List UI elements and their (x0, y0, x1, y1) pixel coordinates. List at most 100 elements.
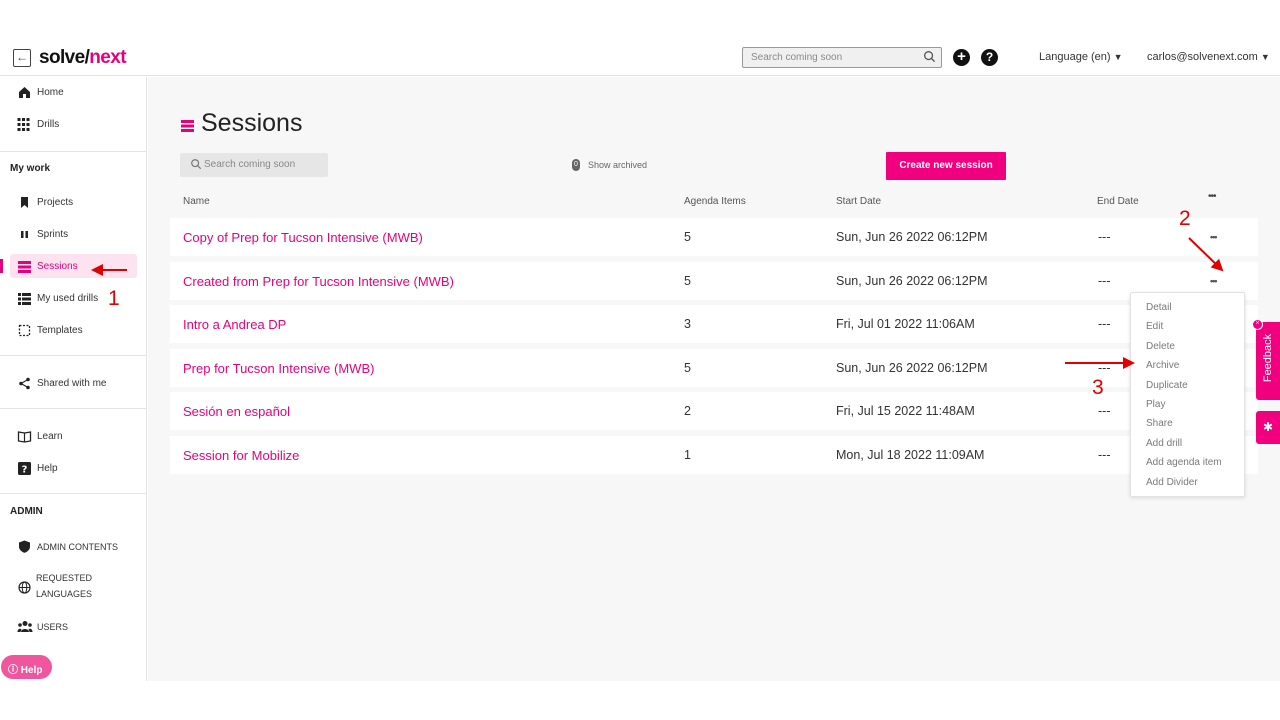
pause-icon (21, 231, 28, 238)
add-icon[interactable]: + (953, 49, 970, 66)
agenda-items-count: 2 (684, 404, 691, 418)
bug-report-icon[interactable]: ✱ (1256, 411, 1280, 444)
help-circle-icon: ⓘ (8, 665, 18, 676)
start-date: Fri, Jul 01 2022 11:06AM (836, 317, 975, 331)
menu-item-play[interactable]: Play (1146, 399, 1165, 410)
share-icon (19, 377, 30, 390)
feedback-tab[interactable]: Feedback (1256, 322, 1280, 400)
help-icon[interactable]: ? (981, 49, 998, 66)
show-archived-toggle[interactable]: 0 (572, 159, 580, 171)
menu-item-add-divider[interactable]: Add Divider (1146, 477, 1198, 488)
sidebar-item-sessions[interactable]: Sessions (10, 254, 137, 278)
agenda-items-count: 5 (684, 274, 691, 288)
annotation-step-2: 2 (1179, 207, 1191, 230)
feedback-label: Feedback (1262, 333, 1274, 383)
start-date: Sun, Jun 26 2022 06:12PM (836, 230, 988, 244)
sidebar-item-users[interactable]: USERS (0, 614, 146, 638)
collapse-sidebar-icon[interactable]: ← (13, 49, 31, 67)
home-icon (19, 87, 30, 98)
annotation-step-3: 3 (1092, 376, 1104, 399)
book-icon (17, 431, 32, 443)
search-icon[interactable] (923, 50, 936, 63)
sidebar-item-requested-languages[interactable]: REQUESTED LANGUAGES (0, 570, 146, 604)
menu-item-add-agenda-item[interactable]: Add agenda item (1146, 457, 1222, 468)
sessions-title-icon (181, 120, 194, 132)
row-actions-icon[interactable]: ••• (1210, 276, 1218, 286)
main-content: Sessions Search coming soon 0 Show archi… (148, 77, 1280, 681)
page-title: Sessions (201, 109, 303, 137)
menu-item-share[interactable]: Share (1146, 418, 1173, 429)
start-date: Sun, Jun 26 2022 06:12PM (836, 274, 988, 288)
logo[interactable]: solve/next (39, 47, 127, 69)
list-icon (18, 293, 31, 305)
end-date: --- (1098, 317, 1111, 331)
create-new-session-button[interactable]: Create new session (886, 152, 1006, 180)
session-name-link[interactable]: Sesión en español (183, 404, 290, 419)
globe-icon (18, 581, 31, 594)
end-date: --- (1098, 361, 1111, 375)
top-bar: ← solve/next Search coming soon + ? Lang… (0, 40, 1280, 76)
sidebar-item-home[interactable]: Home (0, 80, 146, 104)
section-my-work: My work (10, 163, 51, 174)
divider (0, 408, 146, 409)
column-header-start-date[interactable]: Start Date (836, 196, 881, 207)
help-pill-button[interactable]: ⓘ Help (1, 655, 52, 679)
column-header-name[interactable]: Name (183, 196, 210, 207)
menu-item-archive[interactable]: Archive (1146, 360, 1179, 371)
more-options-icon[interactable]: ••• (1208, 191, 1216, 202)
start-date: Mon, Jul 18 2022 11:09AM (836, 448, 985, 462)
user-menu[interactable]: carlos@solvenext.com ▼ (1147, 51, 1270, 63)
menu-item-add-drill[interactable]: Add drill (1146, 438, 1182, 449)
sidebar: Home Drills My work Projects Sprints Ses… (0, 77, 147, 681)
sidebar-item-templates[interactable]: Templates (0, 318, 146, 342)
sidebar-item-admin-contents[interactable]: ADMIN CONTENTS (0, 534, 146, 558)
table-row[interactable]: Session for Mobilize 1 Mon, Jul 18 2022 … (170, 436, 1258, 474)
shield-icon (19, 540, 30, 553)
menu-item-duplicate[interactable]: Duplicate (1146, 380, 1188, 391)
sidebar-item-shared[interactable]: Shared with me (0, 371, 146, 395)
session-name-link[interactable]: Intro a Andrea DP (183, 317, 286, 332)
table-row[interactable]: Copy of Prep for Tucson Intensive (MWB) … (170, 218, 1258, 256)
session-name-link[interactable]: Session for Mobilize (183, 448, 299, 463)
divider (0, 355, 146, 356)
section-admin: ADMIN (10, 506, 43, 517)
search-icon (191, 159, 202, 170)
sidebar-item-learn[interactable]: Learn (0, 424, 146, 448)
column-header-agenda-items[interactable]: Agenda Items (684, 196, 746, 207)
menu-item-detail[interactable]: Detail (1146, 302, 1172, 313)
agenda-items-count: 5 (684, 361, 691, 375)
row-actions-menu: Detail Edit Delete Archive Duplicate Pla… (1130, 292, 1245, 497)
session-name-link[interactable]: Prep for Tucson Intensive (MWB) (183, 361, 374, 376)
list-icon (18, 261, 31, 273)
annotation-step-1: 1 (108, 287, 120, 310)
row-actions-icon[interactable]: ••• (1210, 232, 1218, 242)
template-icon (18, 324, 31, 337)
global-search-placeholder: Search coming soon (751, 52, 843, 63)
grid-icon (17, 118, 30, 131)
chevron-down-icon: ▼ (1113, 52, 1123, 62)
close-feedback-icon[interactable]: × (1252, 319, 1263, 330)
menu-item-edit[interactable]: Edit (1146, 321, 1163, 332)
table-row[interactable]: Created from Prep for Tucson Intensive (… (170, 262, 1258, 300)
agenda-items-count: 5 (684, 230, 691, 244)
sidebar-item-sprints[interactable]: Sprints (0, 222, 146, 246)
column-header-end-date[interactable]: End Date (1097, 196, 1139, 207)
end-date: --- (1098, 230, 1111, 244)
agenda-items-count: 1 (684, 448, 691, 462)
session-search-input[interactable]: Search coming soon (180, 153, 328, 177)
sidebar-item-my-used-drills[interactable]: My used drills (0, 286, 146, 310)
table-row[interactable]: Intro a Andrea DP 3 Fri, Jul 01 2022 11:… (170, 305, 1258, 343)
session-name-link[interactable]: Copy of Prep for Tucson Intensive (MWB) (183, 230, 423, 245)
agenda-items-count: 3 (684, 317, 691, 331)
language-dropdown[interactable]: Language (en) ▼ (1039, 51, 1122, 63)
end-date: --- (1098, 274, 1111, 288)
sidebar-item-help[interactable]: ? Help (0, 456, 146, 480)
users-icon (17, 621, 33, 632)
menu-item-delete[interactable]: Delete (1146, 341, 1175, 352)
sidebar-item-drills[interactable]: Drills (0, 112, 146, 136)
global-search-input[interactable]: Search coming soon (742, 47, 942, 68)
session-name-link[interactable]: Created from Prep for Tucson Intensive (… (183, 274, 454, 289)
start-date: Sun, Jun 26 2022 06:12PM (836, 361, 988, 375)
sidebar-item-projects[interactable]: Projects (0, 190, 146, 214)
chevron-down-icon: ▼ (1260, 52, 1270, 62)
